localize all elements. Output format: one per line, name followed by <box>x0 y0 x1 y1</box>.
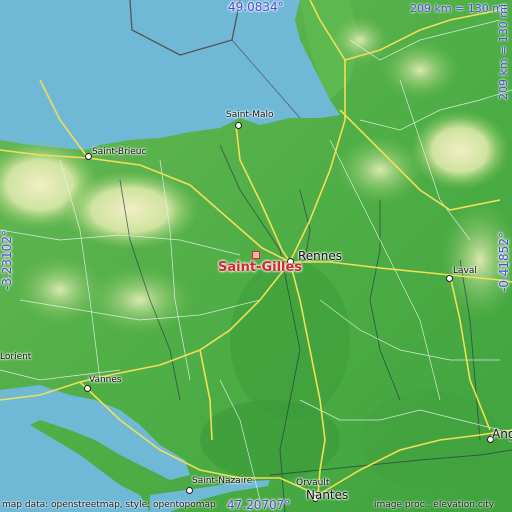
scale-vertical: 209 km = 130 mi <box>497 3 510 100</box>
coord-east: -0.41852° <box>497 232 511 292</box>
coord-west: -3.23102° <box>0 230 14 290</box>
city-label-saint-nazaire: Saint-Nazaire <box>192 476 253 486</box>
scale-horizontal: 209 km = 130 mi <box>410 2 507 15</box>
city-dot-vannes <box>84 385 91 392</box>
city-label-vannes: Vannes <box>89 375 122 385</box>
city-label-lorient: Lorient <box>0 352 32 362</box>
city-label-angers: Angers <box>492 427 512 441</box>
focus-city-label[interactable]: Saint-Gilles <box>218 260 302 275</box>
focus-city-marker[interactable] <box>252 251 260 259</box>
attribution-right: image proc.: elevation.city <box>374 500 495 510</box>
coord-north: 49.0834° <box>228 0 284 14</box>
city-label-laval: Laval <box>453 266 477 276</box>
city-label-orvault: Orvault <box>296 478 330 488</box>
coord-south: 47.20707° <box>227 498 291 512</box>
city-label-nantes: Nantes <box>306 488 349 502</box>
elevation-map[interactable]: Saint-Malo Saint-Brieuc Rennes Laval Van… <box>0 0 512 512</box>
city-dot-saint-brieuc <box>85 153 92 160</box>
city-label-rennes: Rennes <box>298 249 343 263</box>
city-label-saint-malo: Saint-Malo <box>226 110 274 120</box>
city-dot-saint-malo <box>235 122 242 129</box>
city-label-saint-brieuc: Saint-Brieuc <box>92 147 147 157</box>
city-dot-laval <box>446 275 453 282</box>
attribution-left: map data: openstreetmap, style: opentopo… <box>2 500 216 510</box>
city-dot-saint-nazaire <box>186 487 193 494</box>
